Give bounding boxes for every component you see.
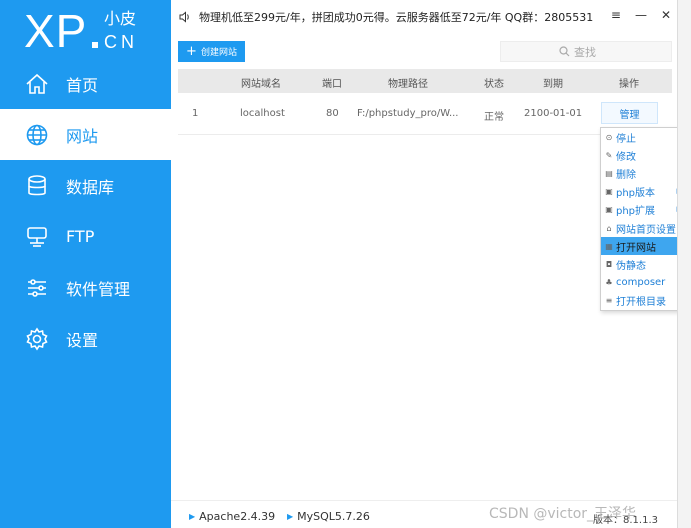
column-header: 网站域名 — [241, 79, 281, 90]
sidebar-item-label: 网站 — [66, 126, 99, 146]
row-index: 1 — [192, 108, 199, 119]
table-row[interactable]: 1 localhost 80 F:/phpstudy_pro/W... 正常 2… — [178, 93, 672, 135]
manage-context-menu: ⊙ 停止 ✎ 修改 ▤ 删除 ▣ php版本 ▶ ▣ php扩展 ▶ ⌂ 网站首… — [600, 127, 686, 311]
sidebar-item-database[interactable]: 数据库 — [0, 160, 171, 211]
menu-icon[interactable]: ≡ — [611, 8, 621, 22]
menu-item-php-version[interactable]: ▣ php版本 ▶ — [601, 183, 685, 201]
database-icon — [24, 173, 50, 199]
create-website-label: 创建网站 — [200, 48, 237, 58]
plus-icon: + — [186, 44, 197, 59]
menu-item-label: 伪静态 — [616, 260, 646, 272]
row-domain: localhost — [240, 108, 285, 119]
gear-icon — [24, 326, 50, 352]
close-icon[interactable]: ✕ — [661, 8, 671, 22]
menu-item-label: composer — [616, 277, 666, 289]
sidebar-item-settings[interactable]: 设置 — [0, 313, 171, 364]
menu-item-homepage-settings[interactable]: ⌂ 网站首页设置 — [601, 219, 685, 237]
background-window-edge — [677, 0, 691, 528]
menu-item-stop[interactable]: ⊙ 停止 — [601, 128, 685, 146]
ftp-server-icon — [24, 224, 50, 250]
logo-sub: 小皮 — [104, 9, 137, 28]
manage-button[interactable]: 管理 — [601, 102, 658, 124]
menu-item-label: 打开网站 — [616, 242, 656, 254]
menu-item-php-extension[interactable]: ▣ php扩展 ▶ — [601, 201, 685, 219]
status-bar: ▶ Apache2.4.39 ▶ MySQL5.7.26 版本：8.1.1.3 … — [171, 500, 691, 528]
home-icon — [24, 71, 50, 97]
menu-item-edit[interactable]: ✎ 修改 — [601, 146, 685, 164]
sidebar-item-ftp[interactable]: FTP — [0, 211, 171, 262]
sidebar-item-home[interactable]: 首页 — [0, 58, 171, 109]
open-site-icon: ▦ — [605, 241, 613, 251]
globe-icon — [24, 122, 50, 148]
menu-item-label: php版本 — [616, 188, 656, 200]
menu-item-label: 网站首页设置 — [616, 224, 676, 236]
column-header: 物理路径 — [388, 79, 428, 90]
composer-icon: ♣ — [605, 278, 613, 288]
sidebar-item-label: 软件管理 — [66, 279, 131, 299]
table-header: 网站域名 端口 物理路径 状态 到期 操作 — [178, 69, 672, 93]
menu-item-rewrite[interactable]: ◘ 伪静态 — [601, 255, 685, 273]
sidebar-item-label: 数据库 — [66, 177, 115, 197]
php-version-icon: ▣ — [605, 187, 613, 197]
service-label: Apache2.4.39 — [199, 510, 276, 523]
row-port: 80 — [326, 108, 339, 119]
service-label: MySQL5.7.26 — [297, 510, 370, 523]
search-icon — [559, 46, 570, 57]
top-bar: 物理机低至299元/年，拼团成功0元得。云服务器低至72元/年 QQ群：2805… — [171, 0, 691, 34]
minimize-icon[interactable]: — — [635, 8, 647, 22]
announcement-text: 物理机低至299元/年，拼团成功0元得。云服务器低至72元/年 QQ群：2805… — [199, 11, 594, 24]
trash-icon: ▤ — [605, 168, 613, 178]
service-apache[interactable]: ▶ Apache2.4.39 — [189, 510, 275, 523]
menu-item-open-root[interactable]: ≡ 打开根目录 — [601, 292, 685, 310]
sidebar-item-software[interactable]: 软件管理 — [0, 262, 171, 313]
sidebar-nav: 首页 网站 数据库 FTP 软件管理 设置 — [0, 58, 171, 364]
search-placeholder: 查找 — [574, 45, 596, 59]
create-website-button[interactable]: + 创建网站 — [178, 41, 245, 62]
play-icon: ▶ — [287, 512, 294, 521]
logo: XP 小皮 CN — [24, 4, 164, 58]
menu-item-label: 修改 — [616, 151, 636, 163]
play-icon: ▶ — [189, 512, 196, 521]
column-header: 端口 — [322, 79, 342, 90]
sidebar: XP 小皮 CN 首页 网站 数据库 FTP 软件管理 设置 — [0, 0, 171, 528]
logo-cn: CN — [104, 32, 138, 52]
sliders-icon — [24, 275, 50, 301]
menu-item-label: 删除 — [616, 169, 636, 181]
window-controls: ≡ — ✕ — [611, 8, 671, 22]
stop-icon: ⊙ — [605, 132, 613, 142]
folder-list-icon: ≡ — [605, 296, 613, 306]
pencil-icon: ✎ — [605, 150, 613, 160]
logo-xp: XP — [24, 5, 88, 57]
sidebar-item-label: 首页 — [66, 75, 99, 95]
speaker-icon — [179, 11, 189, 23]
menu-item-label: 停止 — [616, 133, 636, 145]
announcement[interactable]: 物理机低至299元/年，拼团成功0元得。云服务器低至72元/年 QQ群：2805… — [179, 9, 593, 25]
menu-item-label: 打开根目录 — [616, 297, 666, 309]
column-header: 状态 — [484, 79, 504, 90]
sidebar-item-website[interactable]: 网站 — [0, 109, 171, 160]
watermark: CSDN @victor_王泽华 — [489, 506, 637, 522]
row-path: F:/phpstudy_pro/W... — [357, 108, 459, 119]
homepage-icon: ⌂ — [606, 223, 612, 233]
service-mysql[interactable]: ▶ MySQL5.7.26 — [287, 510, 370, 523]
php-extension-icon: ▣ — [605, 205, 613, 215]
xp-app-window: XP 小皮 CN 首页 网站 数据库 FTP 软件管理 设置 物理机低至299元… — [0, 0, 691, 528]
search-input[interactable]: 查找 — [500, 41, 672, 62]
menu-item-label: php扩展 — [616, 206, 656, 218]
rewrite-icon: ◘ — [605, 259, 613, 269]
row-status: 正常 — [484, 112, 504, 123]
row-expire: 2100-01-01 — [524, 108, 583, 119]
sidebar-item-label: 设置 — [66, 330, 99, 350]
column-header: 操作 — [619, 79, 639, 90]
sidebar-item-label: FTP — [66, 227, 95, 246]
menu-item-open-website[interactable]: ▦ 打开网站 — [601, 237, 685, 256]
column-header: 到期 — [543, 79, 563, 90]
menu-item-composer[interactable]: ♣ composer — [601, 274, 685, 292]
menu-item-delete[interactable]: ▤ 删除 — [601, 164, 685, 182]
logo-dot — [92, 42, 98, 48]
